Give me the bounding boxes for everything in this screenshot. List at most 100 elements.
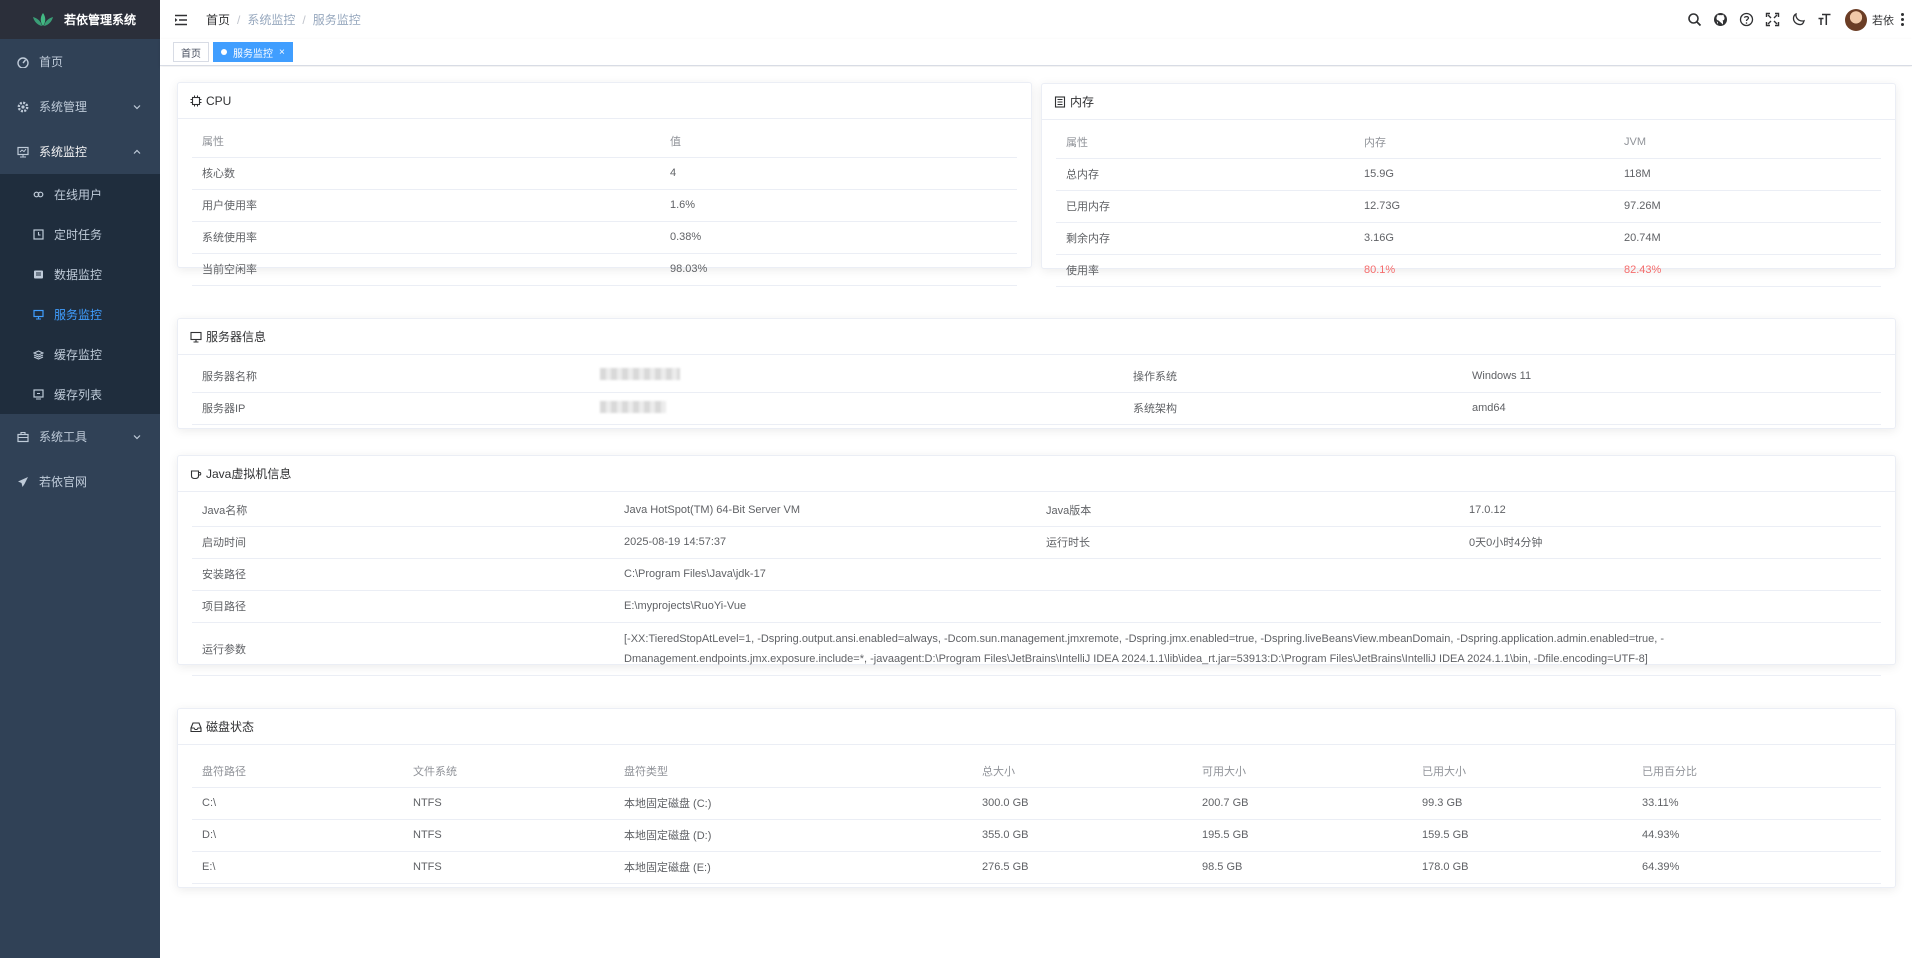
sidebar-item-server-monitor[interactable]: 服务监控 (0, 294, 160, 334)
cell: 本地固定磁盘 (D:) (614, 819, 972, 852)
cell: 4 (660, 157, 1017, 190)
sidebar-item-home[interactable]: 首页 (0, 39, 160, 84)
table-row: 系统使用率 0.38% (192, 221, 1017, 254)
sidebar-item-website[interactable]: 若依官网 (0, 459, 160, 504)
moon-icon[interactable] (1790, 12, 1806, 28)
disk-card: 磁盘状态 盘符路径 文件系统 盘符类型 总大小 可用大小 已用大小 已用百分比 … (177, 708, 1896, 888)
cell: 0天0小时4分钟 (1459, 526, 1881, 559)
table-row: 服务器IP 系统架构 amd64 (192, 392, 1881, 425)
cell: NTFS (403, 787, 614, 820)
table-row: D:\ NTFS 本地固定磁盘 (D:) 355.0 GB 195.5 GB 1… (192, 819, 1881, 852)
sidebar-item-label: 缓存列表 (54, 387, 103, 402)
sidebar-item-label: 服务监控 (54, 307, 103, 322)
column-header: 盘符类型 (614, 755, 972, 788)
sidebar-item-label: 若依官网 (39, 475, 88, 489)
cell: D:\ (192, 819, 403, 852)
disk-table: 盘符路径 文件系统 盘符类型 总大小 可用大小 已用大小 已用百分比 C:\ N… (192, 755, 1881, 884)
jvm-table: Java名称 Java HotSpot(TM) 64-Bit Server VM… (192, 494, 1881, 676)
app-title: 若依管理系统 (64, 13, 137, 27)
cell: 1.6% (660, 189, 1017, 222)
cell: 运行时长 (1036, 526, 1459, 559)
sidebar-item-cache-monitor[interactable]: 缓存监控 (0, 334, 160, 374)
cell: 本地固定磁盘 (E:) (614, 851, 972, 884)
sidebar-item-cache-list[interactable]: 缓存列表 (0, 374, 160, 414)
sidebar-item-label: 首页 (39, 55, 64, 69)
sidebar-item-data-monitor[interactable]: 数据监控 (0, 254, 160, 294)
cell: Windows 11 (1462, 360, 1881, 393)
cell: 使用率 (1056, 254, 1354, 287)
table-row: 项目路径 E:\myprojects\RuoYi-Vue (192, 590, 1881, 623)
cpu-card: CPU 属性 值 核心数 4 用户使用率 1.6% 系统使用率 0.38% 当前… (177, 82, 1032, 286)
table-row: 使用率 80.1% 82.43% (1056, 254, 1881, 287)
avatar[interactable] (1845, 8, 1867, 31)
cell: 276.5 GB (972, 851, 1192, 884)
cell: NTFS (403, 819, 614, 852)
column-header: JVM (1614, 126, 1881, 159)
cell: 44.93% (1632, 819, 1881, 852)
cell: 操作系统 (1123, 360, 1462, 393)
hamburger-icon[interactable] (174, 13, 188, 27)
sidebar-item-online-users[interactable]: 在线用户 (0, 174, 160, 214)
cell: 178.0 GB (1412, 851, 1632, 884)
redacted-value (600, 400, 666, 413)
redis-list-icon (32, 388, 44, 400)
job-icon (32, 228, 44, 240)
cell: 项目路径 (192, 590, 614, 623)
cpu-icon (190, 95, 202, 107)
tags-view: 首页 服务监控 × (160, 39, 1912, 66)
sidebar: 若依管理系统 首页 系统管理 系统监控 在线用户 定时任务 数据监控 服务监控 … (0, 0, 160, 958)
table-header-row: 盘符路径 文件系统 盘符类型 总大小 可用大小 已用大小 已用百分比 (192, 755, 1881, 788)
sidebar-item-system[interactable]: 系统管理 (0, 84, 160, 129)
column-header: 可用大小 (1192, 755, 1412, 788)
search-icon[interactable] (1686, 12, 1702, 28)
table-row: E:\ NTFS 本地固定磁盘 (E:) 276.5 GB 98.5 GB 17… (192, 851, 1881, 884)
table-row: 核心数 4 (192, 157, 1017, 190)
cell: 0.38% (660, 221, 1017, 254)
sidebar-item-monitor[interactable]: 系统监控 (0, 129, 160, 174)
sidebar-item-tools[interactable]: 系统工具 (0, 414, 160, 459)
cell: 本地固定磁盘 (C:) (614, 787, 972, 820)
breadcrumb-item-current: 服务监控 (312, 13, 361, 27)
druid-icon (32, 268, 44, 280)
cell: 3.16G (1354, 222, 1614, 255)
chevron-down-icon (133, 434, 141, 439)
cell: 195.5 GB (1192, 819, 1412, 852)
cpu-table: 属性 值 核心数 4 用户使用率 1.6% 系统使用率 0.38% 当前空闲率 (192, 125, 1017, 286)
more-icon[interactable] (1900, 13, 1904, 26)
cell: 64.39% (1632, 851, 1881, 884)
cell: 运行参数 (192, 622, 614, 676)
tag-server-monitor[interactable]: 服务监控 × (213, 42, 293, 62)
memory-icon (1054, 95, 1066, 108)
jvm-card: Java虚拟机信息 Java名称 Java HotSpot(TM) 64-Bit… (177, 455, 1896, 676)
github-icon[interactable] (1712, 12, 1728, 28)
question-icon[interactable] (1738, 12, 1754, 28)
sidebar-item-jobs[interactable]: 定时任务 (0, 214, 160, 254)
column-header: 内存 (1354, 126, 1614, 159)
card-title: CPU (206, 93, 232, 108)
tag-home[interactable]: 首页 (173, 42, 209, 62)
active-dot-icon (221, 49, 227, 55)
cell: 系统架构 (1123, 392, 1462, 425)
sidebar-item-label: 在线用户 (54, 187, 103, 202)
cell: 核心数 (192, 157, 660, 190)
jvm-args-line: [-XX:TieredStopAtLevel=1, -Dspring.outpu… (624, 632, 1665, 645)
server-table: 服务器名称 操作系统 Windows 11 服务器IP 系统架构 amd64 (192, 360, 1881, 425)
cell: E:\myprojects\RuoYi-Vue (614, 590, 1881, 623)
cell: 300.0 GB (972, 787, 1192, 820)
font-size-icon[interactable] (1816, 12, 1832, 28)
coffee-cup-icon (190, 468, 202, 480)
username[interactable]: 若依 (1872, 12, 1894, 28)
breadcrumb-item-home[interactable]: 首页 (206, 11, 230, 28)
fullscreen-icon[interactable] (1764, 12, 1780, 28)
cell: 已用内存 (1056, 190, 1354, 223)
online-icon (32, 188, 44, 200)
server-card: 服务器信息 服务器名称 操作系统 Windows 11 服务器IP 系统架构 a… (177, 318, 1896, 429)
tag-label: 首页 (181, 48, 201, 60)
column-header: 已用大小 (1412, 755, 1632, 788)
close-icon[interactable]: × (279, 47, 285, 58)
column-header: 属性 (192, 125, 660, 158)
logo[interactable]: 若依管理系统 (0, 0, 160, 39)
table-row: 启动时间 2025-08-19 14:57:37 运行时长 0天0小时4分钟 (192, 526, 1881, 559)
breadcrumb: 首页 / 系统监控 / 服务监控 (206, 11, 361, 28)
cell: 当前空闲率 (192, 253, 660, 286)
